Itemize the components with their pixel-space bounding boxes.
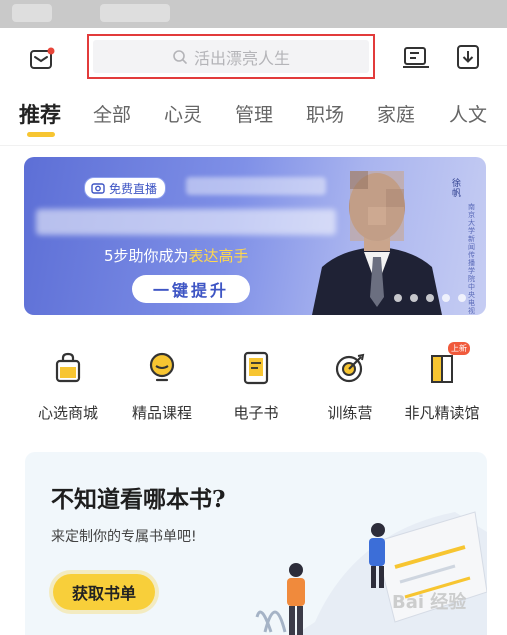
tab-mind[interactable]: 心灵: [164, 100, 202, 127]
category-tabs: 推荐 全部 心灵 管理 职场 家庭 人文: [0, 96, 507, 140]
grid-label: 训练营: [327, 404, 373, 422]
ebook-icon: [243, 351, 269, 385]
tab-management[interactable]: 管理: [235, 100, 273, 127]
grid-label: 心选商城: [37, 404, 98, 422]
bookshelf-icon: [403, 47, 429, 68]
banner-subtitle: 5步助你成为表达高手: [104, 245, 249, 266]
banner-cta-button[interactable]: 一键提升: [132, 275, 250, 303]
blurred-title: [36, 209, 336, 235]
tab-workplace[interactable]: 职场: [306, 100, 344, 127]
download-icon: [457, 45, 479, 69]
grid-item-bootcamp[interactable]: 训练营: [302, 348, 398, 423]
carousel-dot: [442, 294, 450, 302]
grid-label: 非凡精读馆: [404, 404, 480, 422]
watermark: Bai 经验: [392, 592, 467, 613]
status-bar-blur: [100, 4, 170, 22]
grid-item-reading-hall[interactable]: 上新 非凡精读馆: [394, 342, 490, 423]
download-button[interactable]: [452, 41, 484, 73]
carousel-dot: [410, 294, 418, 302]
search-bar[interactable]: 活出漂亮人生: [87, 34, 375, 79]
get-booklist-button[interactable]: 获取书单: [53, 574, 155, 610]
lightbulb-icon: [149, 352, 175, 382]
grid-label: 电子书: [233, 404, 279, 422]
carousel-dot: [426, 294, 434, 302]
live-badge: 免费直播: [84, 177, 167, 199]
carousel-dot: [458, 294, 466, 302]
search-placeholder: 活出漂亮人生: [193, 48, 290, 68]
status-bar: [0, 0, 507, 28]
camera-icon: [91, 183, 105, 194]
banner-subtitle-prefix: 5步助你成为: [104, 247, 189, 265]
speaker-name: 徐帆: [452, 179, 462, 199]
tab-humanities[interactable]: 人文: [449, 100, 487, 127]
booklist-title: 不知道看哪本书?: [51, 486, 226, 513]
new-badge: 上新: [448, 342, 470, 355]
message-button[interactable]: [26, 43, 58, 75]
speaker-portrait: [312, 171, 442, 315]
carousel-dot: [394, 294, 402, 302]
carousel-indicator: [394, 294, 466, 302]
status-bar-blur: [12, 4, 52, 22]
live-badge-label: 免费直播: [109, 181, 158, 196]
active-tab-indicator: [27, 132, 55, 137]
tab-all[interactable]: 全部: [93, 100, 131, 127]
grid-label: 精品课程: [131, 404, 192, 422]
speaker-title: 南京大学新闻传播学院中央电视台评论员: [468, 203, 475, 315]
grid-item-mall[interactable]: 心选商城: [20, 348, 116, 423]
grid-item-ebook[interactable]: 电子书: [208, 348, 304, 423]
bookshelf-button[interactable]: [400, 41, 432, 73]
promo-banner[interactable]: 免费直播 5步助你成为表达高手 一键提升 徐帆 南京大学新闻传播学院中央电视台评…: [24, 157, 486, 315]
shopping-bag-icon: [55, 352, 81, 383]
tab-family[interactable]: 家庭: [377, 100, 415, 127]
search-icon: [173, 49, 187, 64]
booklist-description: 来定制你的专属书单吧!: [51, 529, 197, 545]
grid-item-courses[interactable]: 精品课程: [114, 348, 210, 423]
feature-grid: 心选商城 精品课程 电子书 训练营 上新 非凡精读馆: [0, 342, 507, 428]
target-icon: [335, 353, 365, 383]
top-bar: 活出漂亮人生: [0, 28, 507, 90]
search-input[interactable]: 活出漂亮人生: [93, 40, 369, 73]
divider: [0, 145, 507, 146]
message-icon: [30, 47, 55, 69]
banner-subtitle-highlight: 表达高手: [188, 247, 249, 265]
tab-recommend[interactable]: 推荐: [19, 99, 61, 129]
